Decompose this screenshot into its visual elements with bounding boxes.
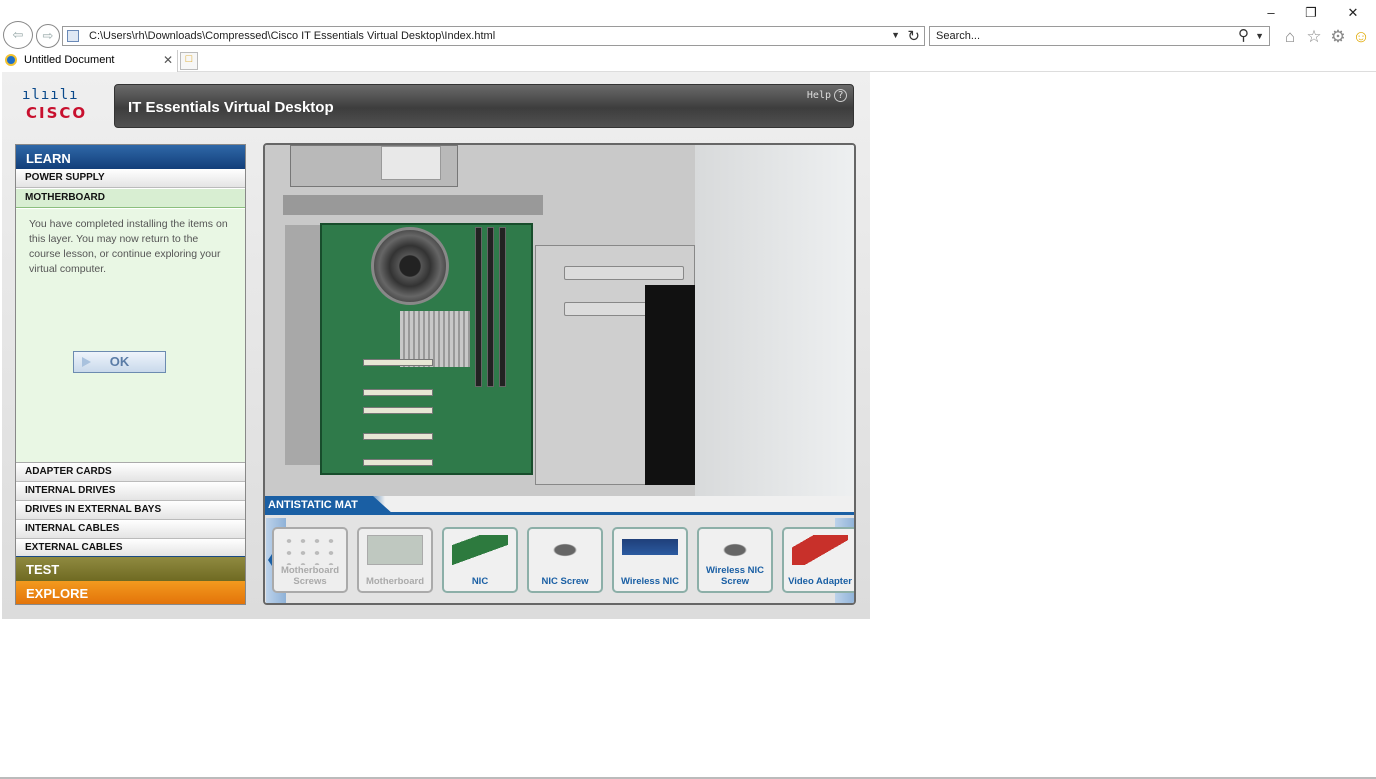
close-tab-icon[interactable]: ✕ (163, 53, 173, 67)
back-arrow-icon: ⇦ (12, 27, 24, 42)
computer-viewer: ANTISTATIC MAT Motherboard Screws Mother… (263, 143, 856, 605)
back-button[interactable]: ⇦ (3, 21, 33, 49)
ok-label: OK (109, 354, 130, 369)
lesson-message-panel: You have completed installing the items … (16, 209, 245, 463)
help-button[interactable]: Help? (807, 88, 847, 103)
part-tile-label: Motherboard Screws (280, 565, 340, 587)
expansion-slot (363, 433, 433, 440)
address-bar[interactable]: C:\Users\rh\Downloads\Compressed\Cisco I… (62, 26, 925, 46)
minimize-button[interactable]: – (1256, 4, 1286, 22)
app-title: IT Essentials Virtual Desktop (128, 99, 334, 116)
address-text[interactable]: C:\Users\rh\Downloads\Compressed\Cisco I… (89, 30, 495, 42)
play-triangle-icon (82, 357, 91, 367)
io-plate (285, 225, 325, 465)
sidebar-item-internal-cables[interactable]: INTERNAL CABLES (16, 520, 245, 539)
test-section-button[interactable]: TEST (16, 557, 245, 581)
power-supply-unit (290, 145, 458, 187)
part-tile-label: Video Adapter (788, 576, 852, 587)
feedback-smiley-icon[interactable]: ☺ (1350, 26, 1372, 48)
case-tray (283, 195, 543, 215)
expansion-slot (363, 359, 433, 366)
sidebar-item-external-cables[interactable]: EXTERNAL CABLES (16, 539, 245, 558)
part-tile-label: Wireless NIC (621, 576, 679, 587)
browser-chrome: – ❐ ✕ ⇦ ⇨ C:\Users\rh\Downloads\Compress… (0, 0, 1376, 49)
search-icon[interactable]: ⚲ (1238, 26, 1249, 44)
part-tile-motherboard[interactable]: Motherboard (357, 527, 433, 593)
browser-tab[interactable]: Untitled Document ✕ (0, 50, 178, 72)
ok-button[interactable]: OK (73, 351, 166, 373)
explore-section-button[interactable]: EXPLORE (16, 581, 245, 604)
nic-icon (452, 535, 508, 565)
part-tile-label: Motherboard (365, 576, 425, 587)
sidebar-item-motherboard[interactable]: MOTHERBOARD (16, 189, 245, 208)
part-tile-wireless-nic-screw[interactable]: Wireless NIC Screw (697, 527, 773, 593)
completion-message: You have completed installing the items … (29, 218, 228, 275)
settings-gear-icon[interactable]: ⚙ (1327, 26, 1349, 48)
sidebar: LEARN POWER SUPPLY MOTHERBOARD You have … (15, 144, 246, 605)
ram-slot (499, 227, 506, 387)
sidebar-item-adapter-cards[interactable]: ADAPTER CARDS (16, 463, 245, 482)
sidebar-item-drives-external-bays[interactable]: DRIVES IN EXTERNAL BAYS (16, 501, 245, 520)
ie-icon (5, 54, 17, 66)
tab-bar: Untitled Document ✕ □ (0, 50, 1376, 72)
page-icon (67, 30, 79, 42)
part-tile-video-adapter[interactable]: Video Adapter (782, 527, 854, 593)
search-box[interactable]: Search... ⚲ ▼ (929, 26, 1270, 46)
help-label: Help (806, 90, 831, 101)
refresh-icon[interactable]: ↻ (907, 27, 920, 45)
forward-button[interactable]: ⇨ (36, 24, 60, 48)
part-tile-wireless-nic[interactable]: Wireless NIC (612, 527, 688, 593)
home-icon[interactable]: ⌂ (1279, 26, 1301, 48)
restore-button[interactable]: ❐ (1296, 4, 1326, 22)
screw-icon (707, 535, 763, 565)
motherboard-icon (367, 535, 423, 565)
psu-label (381, 146, 441, 180)
address-dropdown-icon[interactable]: ▼ (891, 30, 900, 40)
expansion-slot (363, 459, 433, 466)
part-tile-motherboard-screws[interactable]: Motherboard Screws (272, 527, 348, 593)
virtual-desktop-app: ılıılı CISCO IT Essentials Virtual Deskt… (2, 72, 870, 619)
part-tile-nic-screw[interactable]: NIC Screw (527, 527, 603, 593)
cpu-fan (371, 227, 449, 305)
case-backdrop (695, 145, 854, 515)
part-tile-label: Wireless NIC Screw (706, 565, 764, 587)
new-tab-button[interactable]: □ (180, 52, 198, 70)
close-window-button[interactable]: ✕ (1338, 4, 1368, 22)
learn-header[interactable]: LEARN (16, 145, 245, 169)
computer-case-image[interactable] (265, 145, 707, 500)
search-placeholder[interactable]: Search... (936, 30, 980, 42)
cisco-logo-bars: ılıılı (22, 87, 79, 103)
cisco-logo-word: CISCO (26, 104, 88, 122)
drive-bay (564, 266, 684, 280)
sidebar-item-power-supply[interactable]: POWER SUPPLY (16, 169, 245, 188)
help-icon: ? (834, 89, 847, 102)
video-adapter-icon (792, 535, 848, 565)
part-tile-nic[interactable]: NIC (442, 527, 518, 593)
app-header: IT Essentials Virtual Desktop Help? (114, 84, 854, 128)
screw-icon (537, 535, 593, 565)
cisco-logo: ılıılı CISCO (22, 88, 94, 128)
ram-slot (487, 227, 494, 387)
ram-slot (475, 227, 482, 387)
search-dropdown-icon[interactable]: ▼ (1255, 31, 1264, 41)
part-tile-label: NIC (471, 576, 489, 587)
wireless-nic-icon (622, 539, 678, 555)
screws-icon (282, 535, 338, 565)
tab-title: Untitled Document (24, 54, 115, 66)
favorites-star-icon[interactable]: ☆ (1303, 26, 1325, 48)
expansion-slot (363, 407, 433, 414)
forward-arrow-icon: ⇨ (42, 28, 54, 43)
part-tile-label: NIC Screw (541, 576, 589, 587)
sidebar-item-internal-drives[interactable]: INTERNAL DRIVES (16, 482, 245, 501)
expansion-slot (363, 389, 433, 396)
